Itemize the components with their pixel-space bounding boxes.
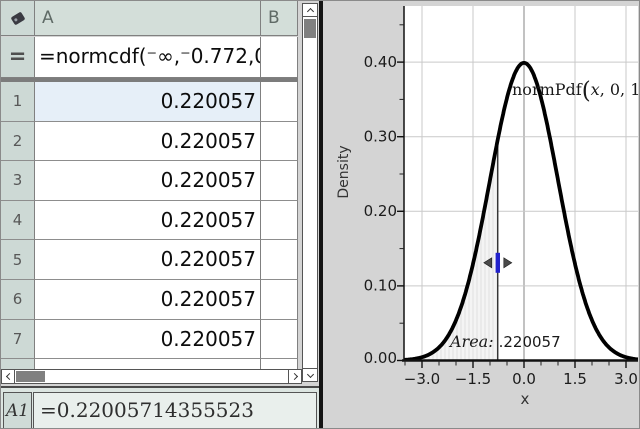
horizontal-scroll-thumb[interactable] [16,371,45,382]
cell-a8[interactable]: 0.220057 [35,359,261,369]
row-header[interactable]: 6 [1,280,35,320]
func-name: normPdf [512,80,582,99]
cell-reference-badge: A1 [3,392,32,429]
tinspire-window: A B = =normcdf(⁻∞,⁻0.772,0 1 0.220057 2 … [0,0,640,429]
row-header[interactable]: 5 [1,240,35,280]
y-tick-label: 0.40 [364,53,397,71]
formula-row-header: = [1,37,35,78]
horizontal-scrollbar[interactable] [1,369,302,384]
x-axis-title: x [521,390,530,408]
column-formula-cell-b[interactable] [261,37,298,78]
cell-value-field[interactable]: =0.22005714355523 [33,392,317,429]
cell-a6[interactable]: 0.220057 [35,280,261,320]
sheet-corner-cell[interactable] [1,1,35,36]
table-row: 7 0.220057 [1,320,298,360]
func-open-paren: ( [582,78,591,104]
cell-b7[interactable] [261,320,298,360]
area-annotation-prefix: Area: [450,332,494,351]
x-tick-label: 3.0 [614,370,638,388]
cell-b1[interactable] [261,82,298,122]
scroll-up-button[interactable] [303,4,317,17]
tag-icon [10,11,25,25]
cell-b6[interactable] [261,280,298,320]
x-tick-label: −1.5 [455,370,491,388]
cell-a3[interactable]: 0.220057 [35,161,261,201]
table-row: 5 0.220057 [1,240,298,280]
cell-a7[interactable]: 0.220057 [35,320,261,360]
cell-a2[interactable]: 0.220057 [35,122,261,162]
y-tick-label: 0.20 [364,202,397,220]
table-row: 4 0.220057 [1,201,298,241]
cell-b3[interactable] [261,161,298,201]
cell-a5[interactable]: 0.220057 [35,240,261,280]
area-annotation[interactable]: Area: .220057 [450,332,561,351]
scroll-right-button[interactable] [288,370,301,383]
column-header-b[interactable]: B [261,1,298,36]
cell-b2[interactable] [261,122,298,162]
vertical-scrollbar[interactable] [302,3,318,382]
column-header-a[interactable]: A [35,1,261,36]
scroll-left-button[interactable] [2,370,15,383]
y-tick-label: 0.30 [364,128,397,146]
x-tick-label: 1.5 [563,370,587,388]
chevron-up-icon [306,7,313,14]
row-header[interactable]: 1 [1,82,35,122]
cell-a4[interactable]: 0.220057 [35,201,261,241]
scroll-down-button[interactable] [303,368,317,381]
table-row: 6 0.220057 [1,280,298,320]
table-row: 8 0.220057 [1,359,298,369]
status-bar: A1 =0.22005714355523 [1,386,319,429]
spreadsheet-panel: A B = =normcdf(⁻∞,⁻0.772,0 1 0.220057 2 … [1,1,319,429]
y-tick-label: 0.10 [364,277,397,295]
vertical-scroll-thumb[interactable] [304,19,316,38]
plot-area[interactable] [404,6,638,361]
row-header[interactable]: 8 [1,359,35,369]
x-tick-label: −3.0 [404,370,440,388]
func-params: , 0, 1 [600,80,640,99]
chevron-left-icon [5,373,12,380]
chevron-down-icon [306,370,313,377]
curve-function-label[interactable]: normPdf(x, 0, 1) [512,78,640,104]
row-header[interactable]: 4 [1,201,35,241]
row-header[interactable]: 3 [1,161,35,201]
y-tick-label: 0.00 [364,349,397,367]
chevron-right-icon [290,373,297,380]
sheet-rows: 1 0.220057 2 0.220057 3 0.220057 4 0.220… [1,82,298,369]
row-header[interactable]: 2 [1,122,35,162]
plot-panel: 0.40 0.30 0.20 0.10 0.00 −3.0 −1.5 0.0 1… [323,1,640,429]
table-row: 3 0.220057 [1,161,298,201]
cell-b5[interactable] [261,240,298,280]
row-header[interactable]: 7 [1,320,35,360]
y-axis-title: Density [336,145,352,198]
cell-b8[interactable] [261,359,298,369]
x-tick-label: 0.0 [512,370,536,388]
table-row: 1 0.220057 [1,82,298,122]
cell-b4[interactable] [261,201,298,241]
normal-distribution-plot: 0.40 0.30 0.20 0.10 0.00 −3.0 −1.5 0.0 1… [323,1,640,429]
area-annotation-value: .220057 [499,333,561,351]
func-arg: x [591,80,600,99]
column-formula-cell[interactable]: =normcdf(⁻∞,⁻0.772,0 [35,37,261,78]
cursor-grab-bar [496,253,500,273]
cell-a1[interactable]: 0.220057 [35,82,261,122]
table-row: 2 0.220057 [1,122,298,162]
